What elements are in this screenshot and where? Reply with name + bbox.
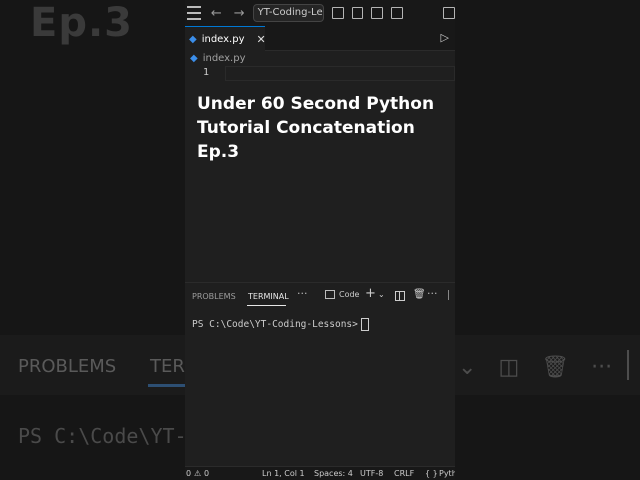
split-terminal-icon[interactable] <box>395 291 405 301</box>
close-icon[interactable]: ✕ <box>257 33 266 46</box>
copilot-icon[interactable] <box>331 7 344 19</box>
terminal-cursor <box>360 318 369 331</box>
terminal-prompt-text: PS C:\Code\YT-Coding-Lessons> <box>192 319 358 330</box>
background-title: Ep.3 <box>30 0 133 46</box>
overlay-line-2: Tutorial Concatenation <box>197 118 415 138</box>
end-of-line[interactable]: CRLF <box>394 469 414 478</box>
overlay-line-1: Under 60 Second Python <box>197 94 435 114</box>
python-file-icon: ◆ <box>189 33 197 45</box>
background-separator <box>627 350 629 380</box>
indentation[interactable]: Spaces: 4 <box>314 469 353 478</box>
current-line-highlight[interactable] <box>225 66 455 81</box>
terminal-more-icon[interactable]: ··· <box>427 287 438 300</box>
errors-count[interactable]: 0 <box>186 469 191 478</box>
bottom-panel: PROBLEMS TERMINAL ··· Code + ⌄ 🗑 ··· PS … <box>185 282 455 468</box>
terminal-tab-underline <box>247 305 286 306</box>
terminal-selector[interactable]: Code <box>325 290 359 299</box>
panel-more-icon[interactable]: ··· <box>297 287 308 300</box>
maximize-icon[interactable] <box>443 7 455 19</box>
encoding[interactable]: UTF-8 <box>360 469 383 478</box>
trash-icon[interactable]: 🗑 <box>413 289 426 300</box>
trash-icon: 🗑 <box>541 354 570 380</box>
command-center-search[interactable]: YT-Coding-Lessons <box>252 4 324 22</box>
python-file-icon: ◆ <box>190 53 198 64</box>
title-bar: ← → YT-Coding-Lessons <box>185 0 455 26</box>
background-prompt: PS C:\Code\YT- <box>18 424 187 448</box>
terminal-name: Code <box>339 290 360 299</box>
tab-terminal[interactable]: TERMINAL <box>248 292 289 301</box>
tab-index-py[interactable]: ◆ index.py ✕ <box>185 26 266 51</box>
warnings-count[interactable]: 0 <box>204 469 209 478</box>
toggle-secondary-sidebar-icon[interactable] <box>391 7 404 19</box>
video-title-overlay: Under 60 Second Python Tutorial Concaten… <box>197 92 447 164</box>
language-status-icon[interactable]: { } <box>425 469 438 478</box>
tab-label: index.py <box>201 33 245 45</box>
background-panel-icons: ⌄ ◫ 🗑 ··· <box>458 350 612 384</box>
status-bar: 0 ⚠ 0 Ln 1, Col 1 Spaces: 4 UTF-8 CRLF {… <box>185 466 455 480</box>
toggle-panel-icon[interactable] <box>371 7 384 19</box>
new-terminal-icon[interactable]: + <box>365 286 376 301</box>
forward-icon[interactable]: → <box>234 6 245 21</box>
breadcrumb[interactable]: ◆ index.py <box>190 53 246 64</box>
breadcrumb-file[interactable]: index.py <box>203 53 246 64</box>
terminal-prompt[interactable]: PS C:\Code\YT-Coding-Lessons> <box>192 318 369 331</box>
overlay-line-3: Ep.3 <box>197 142 240 162</box>
warning-icon: ⚠ <box>194 469 202 478</box>
toggle-sidebar-icon[interactable] <box>351 7 364 19</box>
run-icon[interactable]: ▷ <box>441 31 449 44</box>
language-mode[interactable]: Pyth <box>439 469 455 478</box>
editor-tabs: ◆ index.py ✕ ▷ <box>185 26 455 51</box>
background-problems-label: PROBLEMS <box>18 356 117 377</box>
vscode-window: ← → YT-Coding-Lessons ◆ index.py ✕ ▷ ◆ i… <box>185 0 455 480</box>
chevron-down-icon[interactable]: ⌄ <box>378 290 385 299</box>
menu-icon[interactable] <box>187 6 201 20</box>
line-number: 1 <box>203 67 210 78</box>
background-terminal-underline <box>148 384 188 387</box>
more-icon: ··· <box>591 354 613 380</box>
chevron-down-icon: ⌄ <box>458 354 477 380</box>
cursor-position[interactable]: Ln 1, Col 1 <box>262 469 305 478</box>
tab-problems[interactable]: PROBLEMS <box>192 292 236 301</box>
split-icon: ◫ <box>498 354 520 380</box>
terminal-icon <box>325 290 335 299</box>
panel-separator <box>448 290 449 300</box>
back-icon[interactable]: ← <box>211 6 222 21</box>
